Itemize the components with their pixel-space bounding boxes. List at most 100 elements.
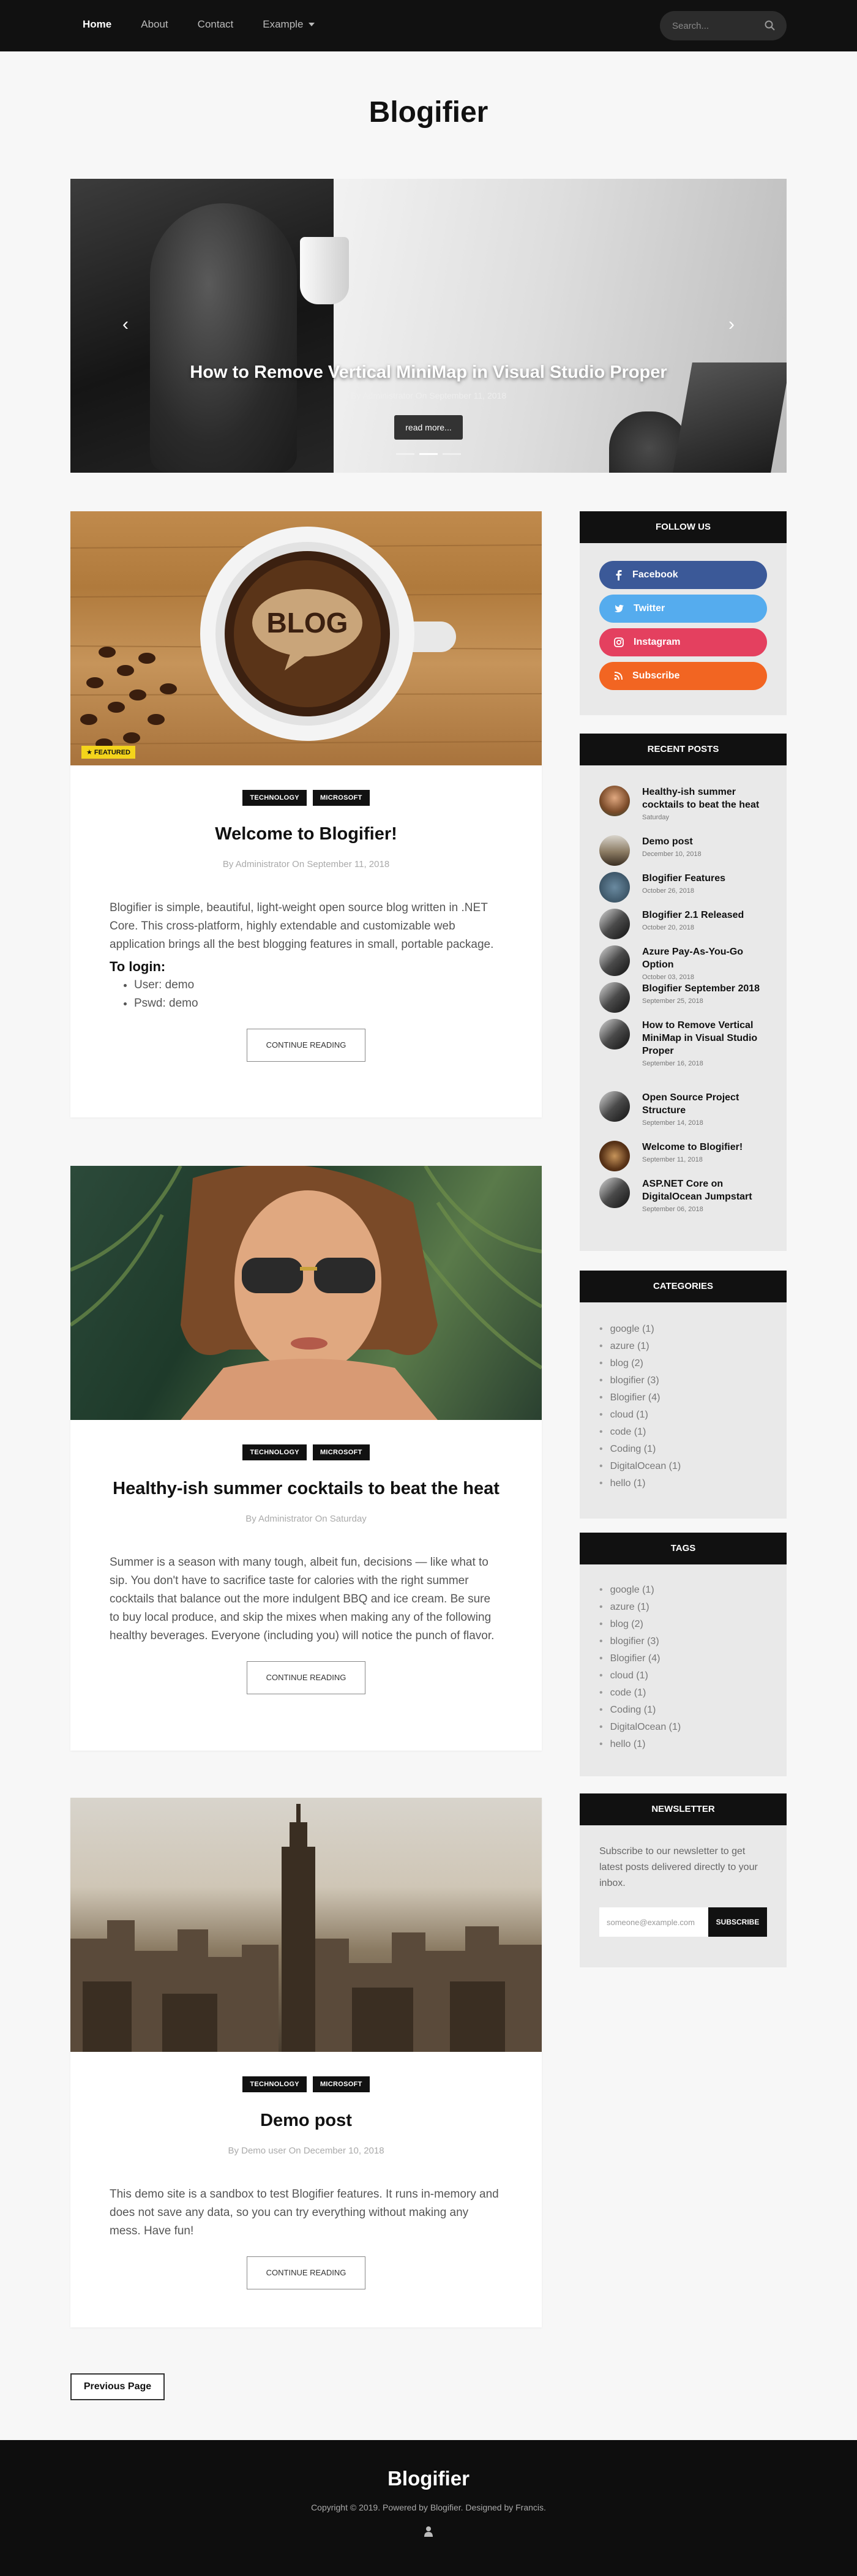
- tag-link[interactable]: azure (1): [599, 1599, 787, 1616]
- newsletter-widget: NEWSLETTER Subscribe to our newsletter t…: [580, 1793, 787, 1967]
- login-heading: To login:: [110, 959, 166, 974]
- hero-title[interactable]: How to Remove Vertical MiniMap in Visual…: [70, 362, 787, 383]
- post-card: TECHNOLOGY MICROSOFT Healthy-ish summer …: [70, 1166, 542, 1751]
- recent-post-date: September 14, 2018: [642, 1119, 703, 1127]
- newsletter-email-input[interactable]: [599, 1907, 708, 1937]
- tags-list: google (1) azure (1) blog (2) blogifier …: [599, 1582, 787, 1753]
- post-image-blog-text: BLOG: [266, 607, 348, 639]
- nav-link-about[interactable]: About: [141, 18, 168, 31]
- post-title[interactable]: Healthy-ish summer cocktails to beat the…: [70, 1479, 542, 1499]
- tag-technology[interactable]: TECHNOLOGY: [242, 790, 307, 806]
- nav-link-example-label: Example: [263, 18, 304, 30]
- instagram-button[interactable]: Instagram: [599, 628, 767, 656]
- tag-link[interactable]: Blogifier (4): [599, 1650, 787, 1667]
- previous-page-button[interactable]: Previous Page: [70, 2373, 165, 2400]
- widget-heading: RECENT POSTS: [580, 734, 787, 765]
- post-title[interactable]: Demo post: [70, 2111, 542, 2131]
- recent-post-thumbnail: [599, 1019, 630, 1050]
- tag-technology[interactable]: TECHNOLOGY: [242, 1444, 307, 1460]
- twitter-icon: [614, 604, 624, 612]
- tag-link[interactable]: DigitalOcean (1): [599, 1719, 787, 1736]
- tag-link[interactable]: cloud (1): [599, 1667, 787, 1684]
- tag-technology[interactable]: TECHNOLOGY: [242, 2076, 307, 2092]
- category-link[interactable]: blogifier (3): [599, 1372, 787, 1389]
- recent-post-date: October 26, 2018: [642, 887, 695, 895]
- post-meta: By Demo user On December 10, 2018: [228, 2146, 384, 2156]
- recent-post-date: Saturday: [642, 814, 670, 821]
- subscribe-label: Subscribe: [632, 670, 680, 681]
- hero-image-cup: [300, 237, 349, 304]
- tag-microsoft[interactable]: MICROSOFT: [312, 790, 370, 806]
- carousel-prev-arrow-icon[interactable]: ‹: [114, 314, 137, 336]
- recent-post-thumbnail: [599, 1141, 630, 1171]
- recent-post-date: September 06, 2018: [642, 1206, 703, 1213]
- site-title[interactable]: Blogifier: [0, 96, 857, 129]
- rss-icon: [614, 672, 623, 680]
- post-title[interactable]: Welcome to Blogifier!: [70, 824, 542, 844]
- nav-link-contact-label: Contact: [197, 18, 234, 30]
- nav-link-example-dropdown[interactable]: Example: [263, 18, 315, 31]
- tag-link[interactable]: Coding (1): [599, 1702, 787, 1719]
- carousel-indicators: [70, 453, 787, 455]
- search-box: [660, 11, 787, 40]
- category-link[interactable]: google (1): [599, 1321, 787, 1338]
- recent-post-item[interactable]: Welcome to Blogifier! September 11, 2018: [599, 1141, 771, 1171]
- subscribe-rss-button[interactable]: Subscribe: [599, 662, 767, 690]
- twitter-button[interactable]: Twitter: [599, 595, 767, 623]
- recent-post-item[interactable]: Demo post December 10, 2018: [599, 835, 771, 866]
- recent-post-item[interactable]: Blogifier Features October 26, 2018: [599, 872, 771, 903]
- tags-widget: TAGS google (1) azure (1) blog (2) blogi…: [580, 1533, 787, 1776]
- facebook-button[interactable]: Facebook: [599, 561, 767, 589]
- tag-microsoft[interactable]: MICROSOFT: [312, 2076, 370, 2092]
- category-link[interactable]: azure (1): [599, 1338, 787, 1355]
- login-list: User: demo Pswd: demo: [134, 976, 503, 1013]
- recent-post-date: September 16, 2018: [642, 1060, 703, 1067]
- user-icon[interactable]: [424, 2526, 433, 2537]
- search-input[interactable]: [672, 18, 764, 33]
- carousel-indicator[interactable]: [443, 453, 461, 455]
- tag-link[interactable]: code (1): [599, 1684, 787, 1702]
- carousel-indicator[interactable]: [396, 453, 414, 455]
- carousel-indicator-active[interactable]: [419, 453, 438, 455]
- recent-post-title: Welcome to Blogifier!: [642, 1142, 743, 1152]
- footer-copyright: Copyright © 2019. Powered by Blogifier. …: [311, 2503, 546, 2512]
- recent-post-item[interactable]: How to Remove Vertical MiniMap in Visual…: [599, 1019, 771, 1067]
- carousel-next-arrow-icon[interactable]: ›: [720, 314, 743, 336]
- footer-title[interactable]: Blogifier: [0, 2467, 857, 2490]
- hero-read-more-button[interactable]: read more...: [394, 415, 463, 440]
- newsletter-subscribe-button[interactable]: SUBSCRIBE: [708, 1907, 767, 1937]
- category-link[interactable]: hello (1): [599, 1475, 787, 1492]
- widget-heading: TAGS: [580, 1533, 787, 1564]
- recent-post-item[interactable]: Azure Pay-As-You-Go Option October 03, 20…: [599, 945, 771, 981]
- post-image[interactable]: [70, 1166, 542, 1420]
- nav-link-home[interactable]: Home: [83, 18, 111, 31]
- nav-link-contact[interactable]: Contact: [198, 18, 234, 31]
- post-card: TECHNOLOGY MICROSOFT Demo post By Demo u…: [70, 1798, 542, 2327]
- category-link[interactable]: code (1): [599, 1424, 787, 1441]
- category-link[interactable]: Blogifier (4): [599, 1389, 787, 1406]
- tag-link[interactable]: google (1): [599, 1582, 787, 1599]
- continue-reading-button[interactable]: CONTINUE READING: [247, 2256, 365, 2289]
- recent-post-item[interactable]: Blogifier 2.1 Released October 20, 2018: [599, 909, 771, 939]
- recent-post-item[interactable]: Healthy-ish summer cocktails to beat the…: [599, 786, 771, 821]
- recent-post-item[interactable]: ASP.NET Core on DigitalOcean Jumpstart Se…: [599, 1177, 771, 1213]
- tag-microsoft[interactable]: MICROSOFT: [312, 1444, 370, 1460]
- recent-posts-widget: RECENT POSTS Healthy-ish summer cocktail…: [580, 734, 787, 1251]
- recent-post-item[interactable]: Blogifier September 2018 September 25, 20…: [599, 982, 771, 1013]
- category-link[interactable]: cloud (1): [599, 1406, 787, 1424]
- tag-link[interactable]: blogifier (3): [599, 1633, 787, 1650]
- post-image[interactable]: BLOG ★ FEATURED: [70, 511, 542, 765]
- tag-link[interactable]: hello (1): [599, 1736, 787, 1753]
- category-link[interactable]: Coding (1): [599, 1441, 787, 1458]
- search-icon[interactable]: [764, 20, 776, 32]
- continue-reading-button[interactable]: CONTINUE READING: [247, 1661, 365, 1694]
- category-link[interactable]: DigitalOcean (1): [599, 1458, 787, 1475]
- instagram-label: Instagram: [634, 637, 681, 647]
- post-excerpt-text: This demo site is a sandbox to test Blog…: [110, 2188, 499, 2237]
- recent-post-thumbnail: [599, 872, 630, 903]
- recent-post-item[interactable]: Open Source Project Structure September 1…: [599, 1091, 771, 1127]
- category-link[interactable]: blog (2): [599, 1355, 787, 1372]
- tag-link[interactable]: blog (2): [599, 1616, 787, 1633]
- continue-reading-button[interactable]: CONTINUE READING: [247, 1029, 365, 1062]
- post-image[interactable]: [70, 1798, 542, 2052]
